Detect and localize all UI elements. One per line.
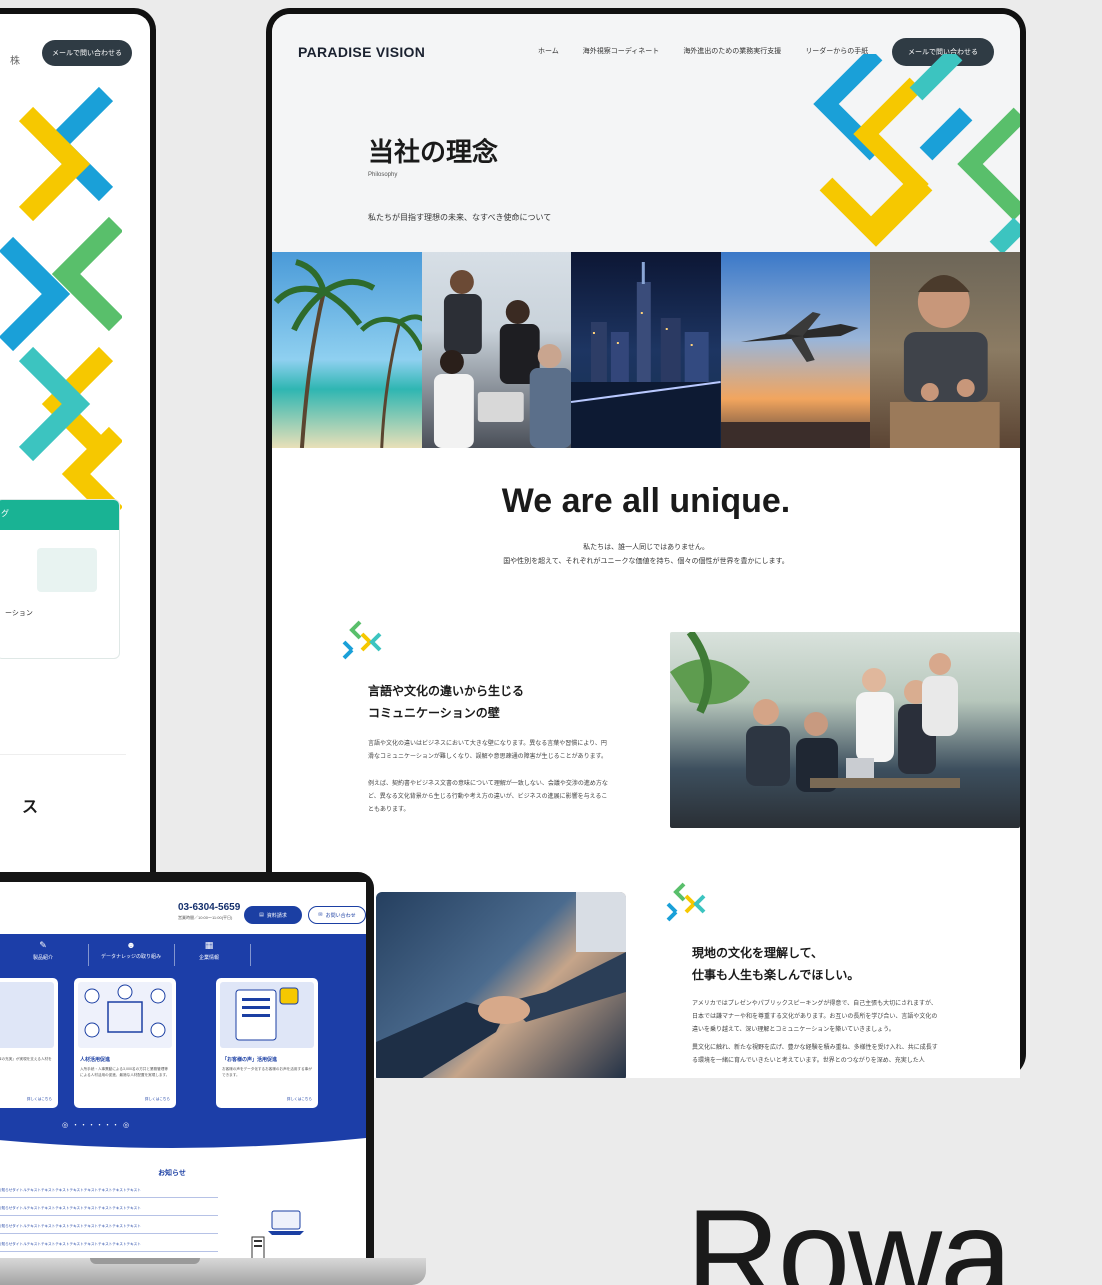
nav-separator <box>88 944 89 966</box>
photo-handshake <box>376 892 626 1078</box>
tagline-text-1: 私たちは、誰一人同じではありません。 <box>583 544 709 551</box>
document-icon: ▤ <box>259 912 264 918</box>
section1-logo-mark-icon <box>342 620 382 660</box>
news-title: お知らせ <box>158 1170 186 1177</box>
people-icon: ☻ <box>126 940 136 950</box>
main-tablet-mockup: PARADISE VISION ホーム 海外視察コーディネート 海外進出のための… <box>266 8 1026 1078</box>
computer-illustration-icon <box>251 1210 304 1260</box>
section1-body-2: 例えば、契約書やビジネス文書の意味について理解が一致しない、会議や交渉の進め方な… <box>368 781 608 813</box>
left-tablet-screen: 株 メールで問い合わせる グ ーション ス <box>0 14 150 892</box>
phone-number[interactable]: 03-6304-5659 <box>178 902 240 913</box>
news-item[interactable]: お知らせタイトルテキストテキストテキストテキストテキストテキストテキストテキスト <box>0 1224 218 1234</box>
laptop-screen: 03-6304-5659 営業時間／10:00〜11:00(平日) ▤ 資料請求… <box>0 882 366 1260</box>
edit-icon: ✎ <box>39 940 47 950</box>
left-tablet-contact-button[interactable]: メールで問い合わせる <box>42 40 132 66</box>
photo-business-team <box>421 252 572 448</box>
contact-button[interactable]: ✉ お問い合わせ <box>308 906 366 924</box>
nav-item-home[interactable]: ホーム <box>538 46 559 56</box>
nav-item-company[interactable]: ▦ 企業情報 <box>174 940 244 961</box>
card2-more-link[interactable]: 詳しくはこちら <box>145 1097 170 1102</box>
mail-icon: ✉ <box>318 912 323 918</box>
carousel-pager[interactable]: ◎ ・・・・・・ ◎ <box>62 1120 130 1130</box>
section2-body-2: 異文化に触れ、新たな視野を広げ、豊かな経験を積み重ね、多様性を受け入れ、共に成長… <box>692 1045 938 1064</box>
card2-title: 人材活用促進 <box>80 1057 111 1063</box>
hero-section: PARADISE VISION ホーム 海外視察コーディネート 海外進出のための… <box>272 14 1020 254</box>
left-tablet-mockup: 株 メールで問い合わせる グ ーション ス <box>0 8 156 898</box>
nav-item-company-label: 企業情報 <box>198 955 219 961</box>
photo-craftsman <box>870 252 1020 448</box>
nav-item-knowledge[interactable]: ☻ データナレッジの取り組み <box>96 940 166 960</box>
card-caption: ーション <box>5 610 33 617</box>
news-item[interactable]: お知らせタイトルテキストテキストテキストテキストテキストテキストテキストテキスト <box>0 1242 218 1252</box>
page-title: 当社の理念 <box>368 137 499 167</box>
contact-label: お問い合わせ <box>325 912 356 919</box>
section2-title-line1: 現地の文化を理解して、 <box>692 946 824 960</box>
laptop-base <box>0 1258 426 1285</box>
card2-illustration <box>78 982 172 1048</box>
hero-geometric-pattern <box>813 54 1020 254</box>
service-card-2[interactable]: 人材活用促進 入所手続・人事異動による3,000名の方共と業務管理等による人材活… <box>74 978 176 1108</box>
card-header-bar <box>0 500 119 530</box>
page-subtitle: Philosophy <box>368 172 398 178</box>
card1-more-link[interactable]: 詳しくはこちら <box>27 1097 52 1102</box>
nav-item-coordinate[interactable]: 海外視察コーディネート <box>583 46 660 56</box>
nav-item-products[interactable]: ✎ 製品紹介 <box>8 940 78 961</box>
section2-title-line2: 仕事も人生も楽しんでほしい。 <box>692 968 860 982</box>
tagline-heading: We are all unique. <box>501 482 791 520</box>
business-hours: 営業時間／10:00〜11:00(平日) <box>178 915 233 920</box>
page-lead: 私たちが目指す理想の未来、なすべき使命について <box>368 213 552 222</box>
news-item[interactable]: お知らせタイトルテキストテキストテキストテキストテキストテキストテキストテキスト <box>0 1188 218 1198</box>
section1-title-line2: コミュニケーションの壁 <box>368 706 500 720</box>
card2-title: ス <box>22 799 39 816</box>
building-icon: ▦ <box>204 940 214 950</box>
section2-body-1: アメリカではプレゼンやパブリックスピーキングが得意で、自己主張も大切にされますが… <box>692 1001 938 1033</box>
photo-city-night <box>571 252 721 448</box>
request-docs-button[interactable]: ▤ 資料請求 <box>244 906 302 924</box>
laptop-nav: ✎ 製品紹介 ☻ データナレッジの取り組み ▦ 企業情報 <box>0 940 366 970</box>
photo-strip <box>272 252 1020 448</box>
service-card-3[interactable]: 「お客様の声」活用促進 お客様の声をデータ化するお客様のお声を活用する事ができま… <box>216 978 318 1108</box>
card3-title: 「お客様の声」活用促進 <box>222 1057 278 1063</box>
brand-logo[interactable]: PARADISE VISION <box>298 44 425 60</box>
photo-beach <box>272 252 422 448</box>
card1-illustration <box>0 982 54 1048</box>
request-docs-label: 資料請求 <box>266 912 287 919</box>
service-card-1[interactable]: 人と社会に貢献し「仕事の充実」が実現を支える人材を育成いたします。 詳しくはこち… <box>0 978 58 1108</box>
laptop-mockup: 03-6304-5659 営業時間／10:00〜11:00(平日) ▤ 資料請求… <box>0 872 374 1260</box>
nav-item-knowledge-label: データナレッジの取り組み <box>100 954 161 960</box>
card2-body: 入所手続・人事異動による3,000名の方共と業務管理等による人材活用の促進、最適… <box>80 1067 170 1077</box>
left-tablet-service-card[interactable]: グ ーション <box>0 499 120 659</box>
section1-title-line1: 言語や文化の違いから生じる <box>368 684 525 698</box>
news-item[interactable]: お知らせタイトルテキストテキストテキストテキストテキストテキストテキストテキスト <box>0 1206 218 1216</box>
section1-body-1: 言語や文化の違いはビジネスにおいて大きな壁になります。異なる言葉や習慣により、円… <box>368 741 608 760</box>
section2-logo-mark-icon <box>666 882 706 922</box>
overlay-heading-text: Rowa <box>686 1182 1012 1285</box>
left-tablet-geometric-pattern <box>0 86 122 522</box>
nav-separator <box>250 944 251 966</box>
card3-more-link[interactable]: 詳しくはこちら <box>287 1097 312 1102</box>
wave-divider <box>0 1132 366 1148</box>
card3-body: お客様の声をデータ化するお客様のお声を活用する事ができます。 <box>222 1067 312 1077</box>
card3-illustration <box>220 982 314 1048</box>
card-illustration <box>37 548 97 592</box>
photo-meeting <box>670 632 1020 828</box>
left-tablet-logo-fragment: 株 <box>10 56 20 67</box>
card1-body: 人と社会に貢献し「仕事の充実」が実現を支える人材を育成いたします。 <box>0 1057 52 1061</box>
main-tablet-screen: PARADISE VISION ホーム 海外視察コーディネート 海外進出のための… <box>272 14 1020 1078</box>
card-header-label: グ <box>1 509 9 518</box>
laptop-notch <box>90 1258 200 1264</box>
photo-airplane <box>720 252 871 448</box>
tagline-text-2: 国や性別を超えて、それぞれがユニークな価値を持ち、個々の個性が世界を豊かにします… <box>503 558 789 565</box>
nav-item-products-label: 製品紹介 <box>32 955 53 961</box>
